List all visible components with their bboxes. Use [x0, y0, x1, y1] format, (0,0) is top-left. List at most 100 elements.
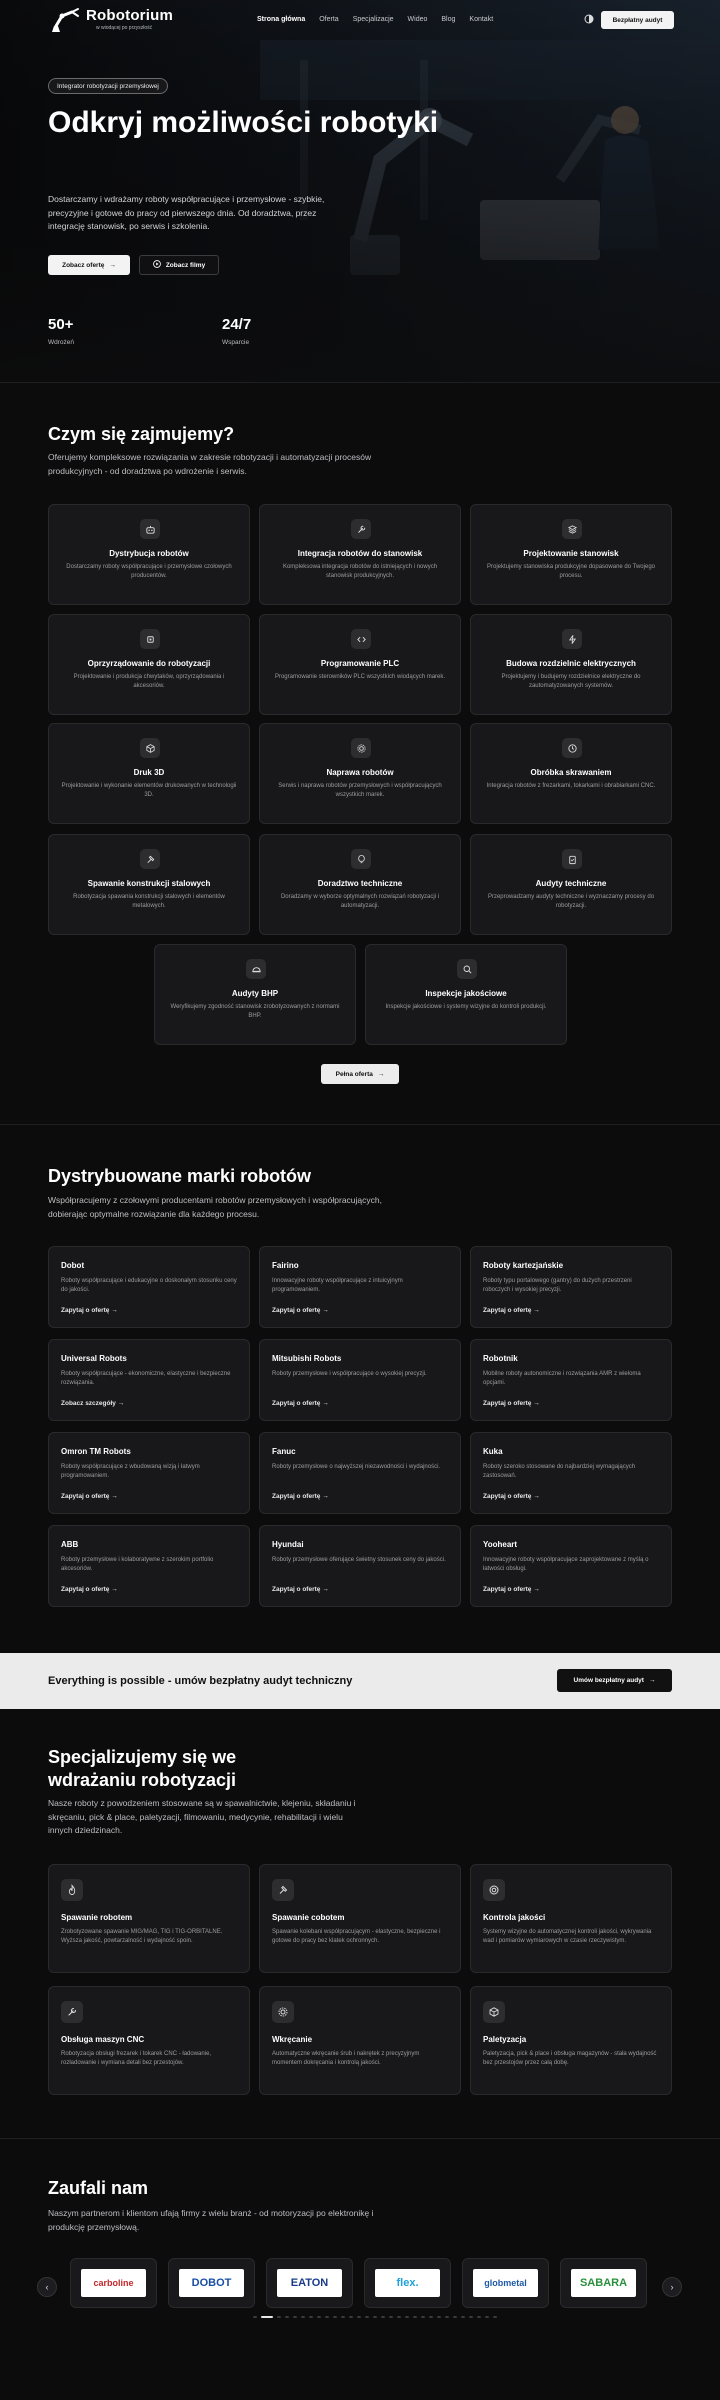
carousel-dot[interactable]: [373, 2316, 377, 2318]
carousel-dot[interactable]: [285, 2316, 289, 2318]
specialization-description: Systemy wizyjne do automatycznej kontrol…: [483, 1929, 652, 1944]
service-title: Integracja robotów do stanowisk: [297, 549, 423, 558]
carousel-dot[interactable]: [301, 2316, 305, 2318]
carousel-dot[interactable]: [325, 2316, 329, 2318]
nav-link-specializations[interactable]: Specjalizacje: [353, 16, 394, 23]
see-videos-button[interactable]: Zobacz filmy: [139, 255, 219, 275]
brand-inquiry-link[interactable]: Zapytaj o ofertę →: [272, 1493, 329, 1500]
service-card-spawanie-konstrukcji-stalowych[interactable]: Spawanie konstrukcji stalowych Robotyzacj…: [48, 834, 250, 935]
carousel-dot[interactable]: [349, 2316, 353, 2318]
brand-inquiry-link[interactable]: Zobacz szczegóły →: [61, 1400, 124, 1407]
carousel-dot[interactable]: [445, 2316, 449, 2318]
carousel-dot[interactable]: [397, 2316, 401, 2318]
carousel-dot[interactable]: [293, 2316, 297, 2318]
arrow-right-icon: →: [377, 1070, 385, 1078]
nav-link-offer[interactable]: Oferta: [319, 16, 338, 23]
nav-link-home[interactable]: Strona główna: [257, 16, 305, 23]
carousel-dot[interactable]: [429, 2316, 433, 2318]
brand-name: Roboty kartezjańskie: [483, 1261, 564, 1270]
carousel-dot[interactable]: [485, 2316, 489, 2318]
brand-inquiry-link[interactable]: Zapytaj o ofertę →: [272, 1400, 329, 1407]
brand-inquiry-link[interactable]: Zapytaj o ofertę →: [272, 1307, 329, 1314]
service-card-inspekcje-jakosciowe[interactable]: Inspekcje jakościowe Inspekcje jakościowe…: [365, 944, 567, 1045]
specialization-card-kontrola-jakosci[interactable]: Kontrola jakości Systemy wizyjne do autom…: [470, 1864, 672, 1973]
carousel-dot[interactable]: [421, 2316, 425, 2318]
service-card-doradztwo-techniczne[interactable]: Doradztwo techniczne Doradzamy w wyborze …: [259, 834, 461, 935]
nav-link-video[interactable]: Wideo: [408, 16, 428, 23]
specializations-description: Nasze roboty z powodzeniem stosowane są …: [48, 1798, 356, 1835]
service-card-dystrybucja-robotow[interactable]: Dystrybucja robotów Dostarczamy roboty ws…: [48, 504, 250, 605]
brand-inquiry-link[interactable]: Zapytaj o ofertę →: [61, 1307, 118, 1314]
carousel-dot[interactable]: [253, 2316, 257, 2318]
service-card-budowa-rozdzielnic-elektrycznych[interactable]: Budowa rozdzielnic elektrycznych Projektu…: [470, 614, 672, 715]
full-offer-button[interactable]: Pełna oferta →: [321, 1064, 399, 1084]
brand-inquiry-link[interactable]: Zapytaj o ofertę →: [483, 1586, 540, 1593]
cube-icon: [140, 738, 160, 758]
carousel-dot[interactable]: [341, 2316, 345, 2318]
carousel-dot[interactable]: [477, 2316, 481, 2318]
book-audit-button[interactable]: Umów bezpłatny audyt →: [557, 1669, 672, 1692]
service-title: Obróbka skrawaniem: [530, 768, 612, 777]
carousel-next-button[interactable]: ›: [662, 2277, 682, 2297]
clipboard-icon: [562, 849, 582, 869]
arrow-right-icon: →: [533, 1586, 540, 1593]
nav-link-contact[interactable]: Kontakt: [469, 16, 493, 23]
carousel-dot[interactable]: [365, 2316, 369, 2318]
partner-logo-name: EATON: [290, 2277, 329, 2289]
carousel-dot[interactable]: [469, 2316, 473, 2318]
partner-logo-image: EATON: [277, 2269, 342, 2297]
carousel-dot[interactable]: [461, 2316, 465, 2318]
carousel-dot[interactable]: [413, 2316, 417, 2318]
arrow-right-icon: →: [533, 1307, 540, 1314]
arrow-right-icon: →: [533, 1400, 540, 1407]
carousel-dot[interactable]: [333, 2316, 337, 2318]
partner-logo-sabara: SABARA: [560, 2258, 647, 2308]
carousel-dot[interactable]: [317, 2316, 321, 2318]
carousel-dot[interactable]: [493, 2316, 497, 2318]
specialization-card-paletyzacja[interactable]: Paletyzacja Paletyzacja, pick & place i o…: [470, 1986, 672, 2095]
theme-toggle-icon[interactable]: [584, 14, 594, 24]
service-description: Programowanie sterowników PLC wszystkich…: [274, 674, 446, 680]
service-card-programowanie-plc[interactable]: Programowanie PLC Programowanie sterownik…: [259, 614, 461, 715]
partner-logo-image: globmetal: [473, 2269, 538, 2297]
service-card-integracja-robotow-do-stanowisk[interactable]: Integracja robotów do stanowisk Komplekso…: [259, 504, 461, 605]
nav-link-blog[interactable]: Blog: [441, 16, 455, 23]
carousel-dot[interactable]: [381, 2316, 385, 2318]
carousel-dot[interactable]: [437, 2316, 441, 2318]
carousel-dot[interactable]: [357, 2316, 361, 2318]
specialization-card-obsluga-maszyn-cnc[interactable]: Obsługa maszyn CNC Robotyzacja obsługi fr…: [48, 1986, 250, 2095]
logo[interactable]: Robotorium w wiodącej po przyszłość: [48, 4, 208, 36]
carousel-dot[interactable]: [277, 2316, 281, 2318]
brand-description: Roboty przemysłowe i współpracujące o wy…: [272, 1371, 427, 1377]
specialization-card-spawanie-cobotem[interactable]: Spawanie cobotem Spawanie kolebani współp…: [259, 1864, 461, 1973]
brand-name: Universal Robots: [61, 1354, 127, 1363]
brand-inquiry-link[interactable]: Zapytaj o ofertę →: [272, 1586, 329, 1593]
service-title: Audyty BHP: [231, 989, 279, 998]
brands-description: Współpracujemy z czołowymi producentami …: [48, 1195, 382, 1219]
specialization-card-spawanie-robotem[interactable]: Spawanie robotem Zrobotyzowane spawanie M…: [48, 1864, 250, 1973]
carousel-dot[interactable]: [389, 2316, 393, 2318]
service-card-obrobka-skrawaniem[interactable]: Obróbka skrawaniem Integracja robotów z f…: [470, 723, 672, 824]
service-card-druk-3d[interactable]: Druk 3D Projektowanie i wykonanie element…: [48, 723, 250, 824]
service-card-naprawa-robotow[interactable]: Naprawa robotów Serwis i naprawa robotów …: [259, 723, 461, 824]
carousel-prev-button[interactable]: ‹: [37, 2277, 57, 2297]
brand-inquiry-link[interactable]: Zapytaj o ofertę →: [483, 1493, 540, 1500]
brand-description: Roboty przemysłowe o najwyższej niezawod…: [272, 1464, 441, 1470]
see-offer-button[interactable]: Zobacz ofertę →: [48, 255, 130, 275]
service-card-audyty-bhp[interactable]: Audyty BHP Weryfikujemy zgodność stanowis…: [154, 944, 356, 1045]
service-card-oprzyrzadowanie-do-robotyzacji[interactable]: Oprzyrządowanie do robotyzacji Projektowa…: [48, 614, 250, 715]
brand-name: Kuka: [483, 1447, 503, 1456]
brand-inquiry-link[interactable]: Zapytaj o ofertę →: [483, 1400, 540, 1407]
free-audit-button[interactable]: Bezpłatny audyt: [601, 11, 674, 29]
hero-section: Integrator robotyzacji przemysłowej Odkr…: [0, 0, 720, 382]
carousel-dot[interactable]: [453, 2316, 457, 2318]
service-card-audyty-techniczne[interactable]: Audyty techniczne Przeprowadzamy audyty t…: [470, 834, 672, 935]
service-card-projektowanie-stanowisk[interactable]: Projektowanie stanowisk Projektujemy stan…: [470, 504, 672, 605]
carousel-dot[interactable]: [309, 2316, 313, 2318]
brand-inquiry-link[interactable]: Zapytaj o ofertę →: [61, 1493, 118, 1500]
brand-inquiry-link[interactable]: Zapytaj o ofertę →: [483, 1307, 540, 1314]
carousel-dot[interactable]: [261, 2316, 273, 2318]
brand-inquiry-link[interactable]: Zapytaj o ofertę →: [61, 1586, 118, 1593]
specialization-card-wkrecanie[interactable]: Wkręcanie Automatyczne wkręcanie śrub i n…: [259, 1986, 461, 2095]
carousel-dot[interactable]: [405, 2316, 409, 2318]
